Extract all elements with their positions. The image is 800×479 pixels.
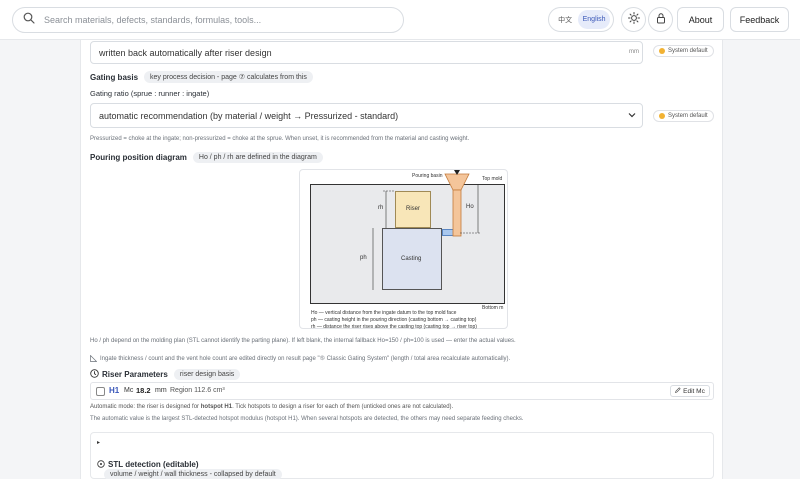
lock-button[interactable] [648, 7, 673, 32]
rh-label: rh [378, 205, 384, 211]
riser-params-heading: Riser Parameters riser design basis [90, 365, 241, 383]
riser-params-title: Riser Parameters [102, 369, 168, 379]
gating-basis-pill: key process decision - page ⑦ calculates… [144, 71, 313, 83]
system-default-label: System default [668, 113, 708, 119]
gating-basis-heading: Gating basis key process decision - page… [90, 71, 313, 83]
system-default-badge: System default [653, 110, 714, 122]
gating-ratio-select[interactable]: automatic recommendation (by material / … [90, 103, 643, 128]
diagram-legend-ph: ph — casting height in the pouring direc… [311, 317, 477, 323]
ingate-note-text: Ingate thickness / count and the vent ho… [100, 355, 511, 362]
gating-basis-label: Gating basis [90, 72, 139, 82]
pouring-diagram-pill: Ho / ph / rh are defined in the diagram [192, 152, 323, 163]
top-bar: 中文 English About Feedback [0, 0, 800, 40]
riser-value-unit: mm [629, 49, 639, 55]
system-default-label: System default [668, 48, 708, 54]
stl-section-icon [97, 455, 105, 473]
top-mold-label: Top mold [482, 176, 503, 182]
casting-label: Casting [401, 256, 422, 262]
ph-label: ph [360, 255, 367, 261]
riser-value-text: written back automatically after riser d… [99, 47, 272, 58]
diagram-legend-ho: Ho — vertical distance from the ingate d… [311, 310, 457, 316]
about-button[interactable]: About [677, 7, 724, 32]
default-dot-icon [659, 48, 665, 54]
sun-icon [627, 11, 640, 29]
hotspot-id: H1 [109, 386, 120, 395]
stl-detection-panel: ▸ STL detection (editable) volume / weig… [90, 432, 714, 479]
auto-mode-rest: . Tick hotspots to design a riser for ea… [232, 404, 454, 410]
pouring-position-diagram: Pouring basin Top mold Riser Casting rh … [299, 169, 508, 330]
feedback-button[interactable]: Feedback [730, 7, 789, 32]
stl-detection-title: STL detection (editable) [108, 459, 199, 469]
edit-mc-button[interactable]: Edit Mc [670, 385, 710, 397]
pouring-basin-label: Pouring basin [412, 173, 443, 179]
default-dot-icon [659, 113, 665, 119]
stl-detection-pill: volume / weight / wall thickness - colla… [104, 469, 282, 479]
pouring-diagram-heading: Pouring position diagram Ho / ph / rh ar… [90, 152, 323, 163]
language-switch[interactable]: 中文 English [548, 7, 614, 32]
hotspot-mc-label: Mc [124, 387, 134, 394]
edit-mc-label: Edit Mc [683, 387, 705, 395]
auto-mode-hotspot: hotspot H1 [200, 404, 233, 410]
lang-en-option[interactable]: English [578, 10, 610, 29]
gating-ratio-label: Gating ratio (sprue : runner : ingate) [90, 89, 210, 98]
search-icon [23, 11, 35, 29]
pouring-diagram-label: Pouring position diagram [90, 153, 187, 162]
riser-params-pill: riser design basis [173, 368, 241, 380]
diagram-legend-rh: rh — distance the riser rises above the … [311, 324, 477, 330]
hotspot-row: H1 Mc 18.2 mm Region 112.6 cm³ Edit Mc [90, 382, 714, 400]
riser-value-field[interactable]: written back automatically after riser d… [90, 41, 643, 64]
auto-value-note: The automatic value is the largest STL-d… [90, 416, 524, 422]
auto-mode-text: Automatic mode: the riser is designed fo… [90, 404, 200, 410]
auto-mode-note: Automatic mode: the riser is designed fo… [90, 404, 453, 410]
diagram-annotations [372, 170, 481, 290]
gating-ratio-selected: automatic recommendation (by material / … [99, 110, 399, 121]
parameters-card: written back automatically after riser d… [80, 40, 723, 479]
bottom-mold-label: Bottom m [482, 305, 504, 311]
collapse-toggle-icon[interactable]: ▸ [97, 439, 100, 446]
chevron-down-icon [628, 111, 636, 121]
edit-icon [675, 387, 681, 395]
hotspot-h1-checkbox[interactable] [96, 387, 105, 396]
riser-section-icon [90, 365, 99, 383]
gating-ratio-help: Pressurized = choke at the ingate; non-p… [90, 136, 470, 142]
theme-toggle-button[interactable] [621, 7, 646, 32]
riser-label: Riser [406, 206, 421, 212]
lock-icon [655, 11, 667, 29]
hotspot-mc-unit: mm [155, 387, 167, 394]
lang-zh-option[interactable]: 中文 [552, 15, 578, 25]
hotspot-region: Region 112.6 cm³ [170, 387, 225, 394]
ho-ph-note: Ho / ph depend on the molding plan (STL … [90, 338, 516, 344]
hotspot-mc-value: 18.2 [136, 386, 151, 395]
ho-label: Ho [466, 204, 474, 210]
search-input[interactable] [44, 15, 394, 25]
system-default-badge: System default [653, 45, 714, 57]
search-box[interactable] [12, 7, 404, 33]
